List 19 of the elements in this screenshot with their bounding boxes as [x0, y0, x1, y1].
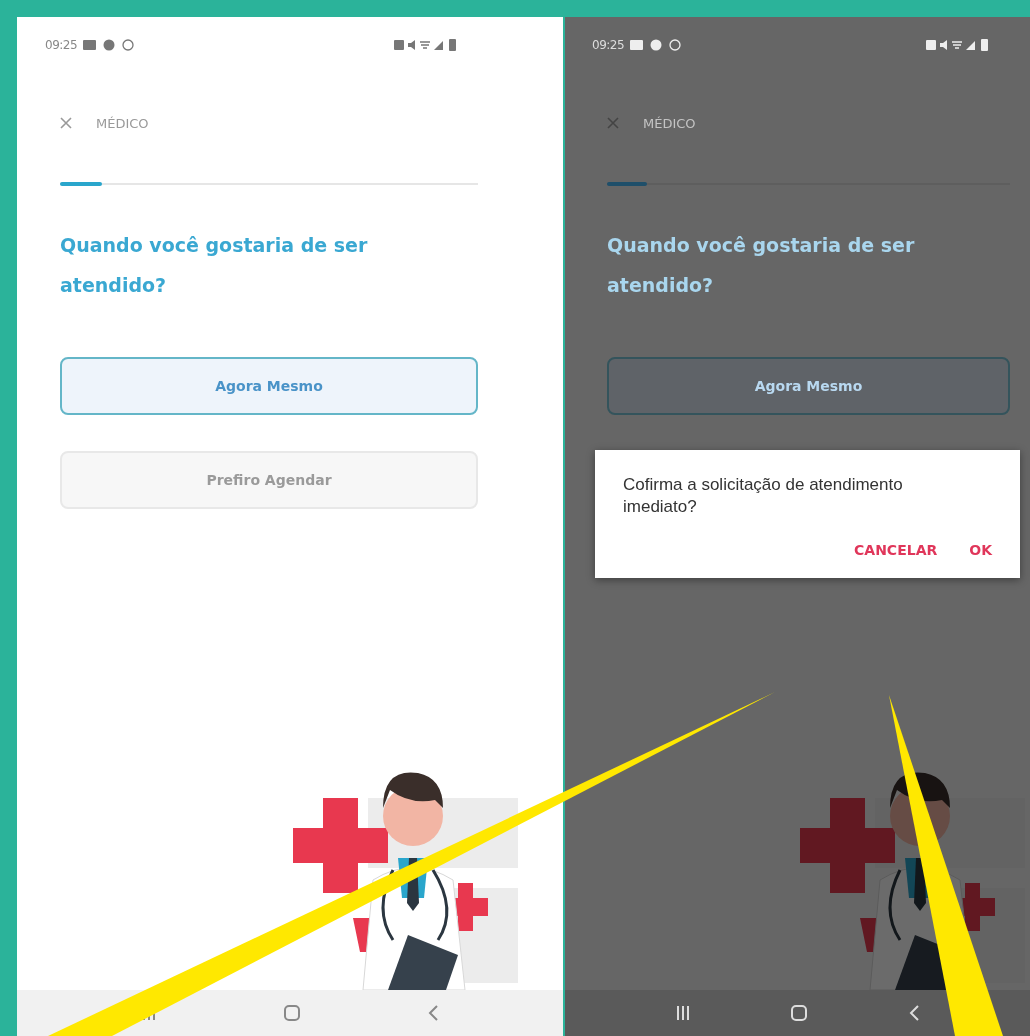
question-heading: Quando você gostaria de ser atendido?	[60, 233, 369, 298]
screen-title: MÉDICO	[643, 115, 696, 131]
status-icons-drawing	[926, 39, 990, 51]
back-icon[interactable]	[907, 1005, 920, 1021]
dialog-button[interactable]: OK	[969, 542, 992, 558]
status-time: 09:25	[45, 38, 78, 52]
question-heading: Quando você gostaria de ser atendido?	[607, 233, 916, 298]
dialog-message: Cofirma a solicitação de atendimento imediato?	[623, 474, 904, 518]
option-button[interactable]: Agora Mesmo	[60, 357, 478, 415]
recent-apps-icon[interactable]	[675, 1005, 692, 1021]
dialog-button[interactable]: CANCELAR	[854, 542, 938, 558]
screen-title: MÉDICO	[96, 115, 149, 131]
close-icon[interactable]	[60, 117, 72, 129]
status-time: 09:25	[592, 38, 625, 52]
status-icons-drawing	[394, 39, 458, 51]
option-button[interactable]: Agora Mesmo	[607, 357, 1010, 415]
home-icon[interactable]	[284, 1005, 300, 1021]
close-icon[interactable]	[607, 117, 619, 129]
back-icon[interactable]	[427, 1005, 440, 1021]
